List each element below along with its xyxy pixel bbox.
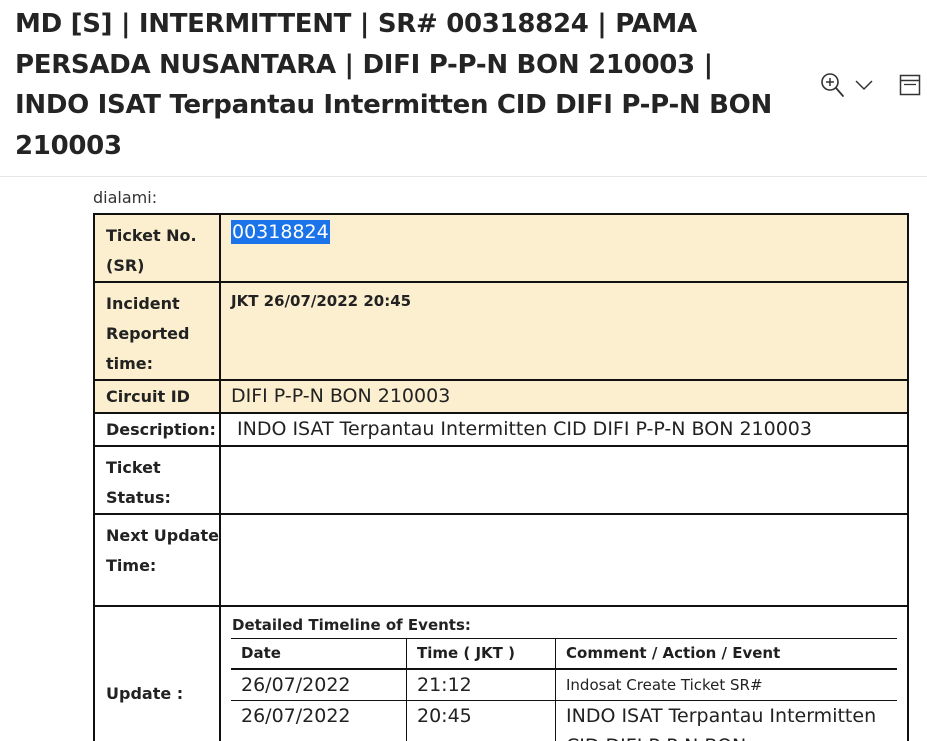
next-update-value bbox=[219, 513, 909, 607]
incident-row: Incident Reported time: JKT 26/07/2022 2… bbox=[93, 281, 909, 381]
col-comment: Comment / Action / Event bbox=[555, 638, 897, 670]
reading-pane-icon[interactable] bbox=[895, 70, 925, 100]
message-subject: MD [S] | INTERMITTENT | SR# 00318824 | P… bbox=[15, 9, 772, 161]
circuit-value: DIFI P-P-N BON 210003 bbox=[231, 385, 451, 407]
timeline-header: Date Time ( JKT ) Comment / Action / Eve… bbox=[231, 638, 897, 670]
incident-value: JKT 26/07/2022 20:45 bbox=[231, 292, 412, 310]
timeline-date: 26/07/2022 bbox=[231, 669, 407, 701]
incident-label: Incident Reported time: bbox=[93, 281, 221, 381]
header-toolbar bbox=[817, 70, 925, 100]
zoom-in-icon[interactable] bbox=[817, 70, 847, 100]
circuit-cell: DIFI P-P-N BON 210003 bbox=[219, 379, 909, 414]
description-value: INDO ISAT Terpantau Intermitten CID DIFI… bbox=[237, 418, 812, 440]
timeline-table: Date Time ( JKT ) Comment / Action / Eve… bbox=[231, 638, 897, 741]
message-body: dialami: Ticket No. (SR) 00318824 Incide… bbox=[0, 176, 927, 741]
intro-text: dialami: bbox=[93, 188, 158, 207]
timeline-time: 21:12 bbox=[406, 669, 556, 701]
ticket-status-label: Ticket Status: bbox=[93, 445, 221, 515]
incident-cell: JKT 26/07/2022 20:45 bbox=[219, 281, 909, 381]
ticket-no-cell: 00318824 bbox=[219, 213, 909, 283]
update-cell: Detailed Timeline of Events: Date Time (… bbox=[219, 605, 909, 741]
status-row: Ticket Status: bbox=[93, 445, 909, 515]
ticket-table: Ticket No. (SR) 00318824 Incident Report… bbox=[93, 213, 909, 741]
description-cell: INDO ISAT Terpantau Intermitten CID DIFI… bbox=[219, 412, 909, 447]
timeline-row: 26/07/2022 20:45 INDO ISAT Terpantau Int… bbox=[231, 700, 897, 741]
ticket-no-label: Ticket No. (SR) bbox=[93, 213, 221, 283]
next-update-row: Next Update Time: bbox=[93, 513, 909, 607]
timeline-date: 26/07/2022 bbox=[231, 700, 407, 741]
update-label: Update : bbox=[93, 605, 221, 741]
timeline-title: Detailed Timeline of Events: bbox=[232, 616, 471, 634]
col-date: Date bbox=[231, 638, 407, 670]
next-update-label: Next Update Time: bbox=[93, 513, 221, 607]
ticket-status-value bbox=[219, 445, 909, 515]
timeline-row: 26/07/2022 21:12 Indosat Create Ticket S… bbox=[231, 669, 897, 701]
circuit-label: Circuit ID bbox=[93, 379, 221, 414]
timeline-time: 20:45 bbox=[406, 700, 556, 741]
ticket-no-value[interactable]: 00318824 bbox=[231, 220, 330, 244]
ticket-row: Ticket No. (SR) 00318824 bbox=[93, 213, 909, 283]
description-row: Description: INDO ISAT Terpantau Intermi… bbox=[93, 412, 909, 447]
chevron-down-icon[interactable] bbox=[851, 70, 877, 100]
circuit-row: Circuit ID DIFI P-P-N BON 210003 bbox=[93, 379, 909, 414]
message-header: MD [S] | INTERMITTENT | SR# 00318824 | P… bbox=[0, 0, 927, 177]
update-row: Update : Detailed Timeline of Events: Da… bbox=[93, 605, 909, 741]
col-time: Time ( JKT ) bbox=[406, 638, 556, 670]
timeline-comment: INDO ISAT Terpantau Intermitten CID DIFI… bbox=[555, 700, 897, 741]
description-label: Description: bbox=[93, 412, 221, 447]
timeline-comment: Indosat Create Ticket SR# bbox=[555, 669, 897, 701]
